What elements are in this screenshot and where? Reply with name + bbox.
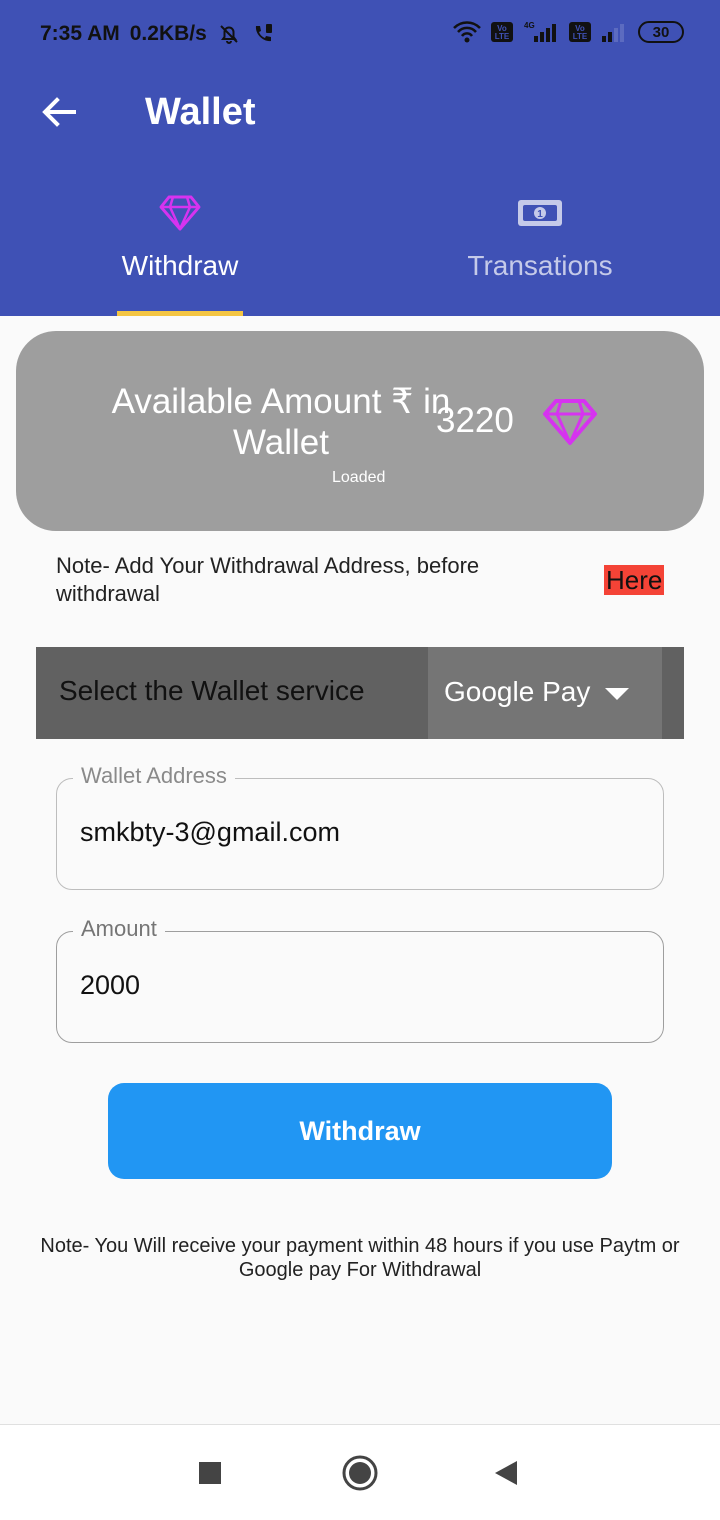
signal-icon: [600, 20, 630, 44]
signal-4g-icon: 4G: [522, 20, 560, 44]
svg-text:1: 1: [537, 209, 543, 220]
here-link[interactable]: Here: [604, 565, 665, 595]
withdraw-button[interactable]: Withdraw: [108, 1083, 612, 1179]
available-amount-card: Available Amount ₹ in Wallet 3220 Loaded: [16, 331, 704, 531]
battery-icon: 30: [638, 21, 684, 43]
svg-text:LTE: LTE: [573, 32, 588, 41]
wallet-service-selected: Google Pay: [444, 676, 591, 707]
status-left: 7:35 AM 0.2KB/s: [40, 22, 275, 46]
home-button[interactable]: [336, 1449, 384, 1497]
status-speed: 0.2KB/s: [129, 22, 207, 45]
notification-off-icon: [217, 22, 241, 46]
system-nav-bar: [0, 1424, 720, 1520]
page-title: Wallet: [145, 91, 256, 133]
tab-indicator: [117, 311, 243, 316]
dropdown-arrow-icon: [604, 687, 630, 706]
amount-label: Amount: [73, 916, 165, 942]
tab-withdraw-label: Withdraw: [121, 250, 239, 281]
recent-apps-button[interactable]: [186, 1449, 234, 1497]
withdrawal-address-note: Note- Add Your Withdrawal Address, befor…: [56, 553, 480, 606]
amount-field[interactable]: Amount: [56, 916, 664, 1043]
wallet-address-label: Wallet Address: [73, 763, 235, 789]
svg-text:4G: 4G: [524, 21, 535, 30]
volte-icon-2: Vo LTE: [568, 21, 592, 43]
loaded-status: Loaded: [332, 469, 386, 486]
payment-note: Note- You Will receive your payment with…: [40, 1235, 680, 1281]
tab-transactions[interactable]: 1 Transations: [360, 188, 720, 316]
circle-home-icon: [342, 1455, 378, 1491]
status-bar: 7:35 AM 0.2KB/s Vo LTE 4G Vo LTE 30: [0, 0, 720, 70]
tab-withdraw[interactable]: Withdraw: [0, 188, 360, 316]
status-right: Vo LTE 4G Vo LTE 30: [452, 20, 684, 44]
wifi-icon: [452, 21, 482, 43]
volte-icon: Vo LTE: [490, 21, 514, 43]
wallet-service-bar: Select the Wallet service Google Pay: [36, 647, 684, 739]
status-time: 7:35 AM: [40, 22, 120, 45]
call-icon: [251, 22, 275, 46]
tab-transactions-label: Transations: [467, 250, 613, 281]
app-bar: 7:35 AM 0.2KB/s Vo LTE 4G Vo LTE 30 Wall…: [0, 0, 720, 316]
available-amount-value: 3220: [436, 401, 514, 440]
amount-input[interactable]: [80, 970, 640, 1001]
svg-text:LTE: LTE: [495, 32, 510, 41]
wallet-address-input[interactable]: [80, 817, 640, 848]
system-back-button[interactable]: [482, 1449, 530, 1497]
available-amount-label: Available Amount ₹ in Wallet: [111, 382, 451, 462]
back-arrow-button[interactable]: [36, 90, 80, 134]
diamond-icon: [542, 397, 598, 452]
triangle-back-icon: [495, 1461, 517, 1485]
banknote-icon: 1: [517, 188, 563, 238]
wallet-service-label: Select the Wallet service: [59, 675, 365, 706]
diamond-icon: [159, 188, 201, 238]
wallet-service-dropdown[interactable]: Google Pay: [428, 647, 662, 739]
square-icon: [199, 1462, 221, 1484]
wallet-address-field[interactable]: Wallet Address: [56, 763, 664, 890]
